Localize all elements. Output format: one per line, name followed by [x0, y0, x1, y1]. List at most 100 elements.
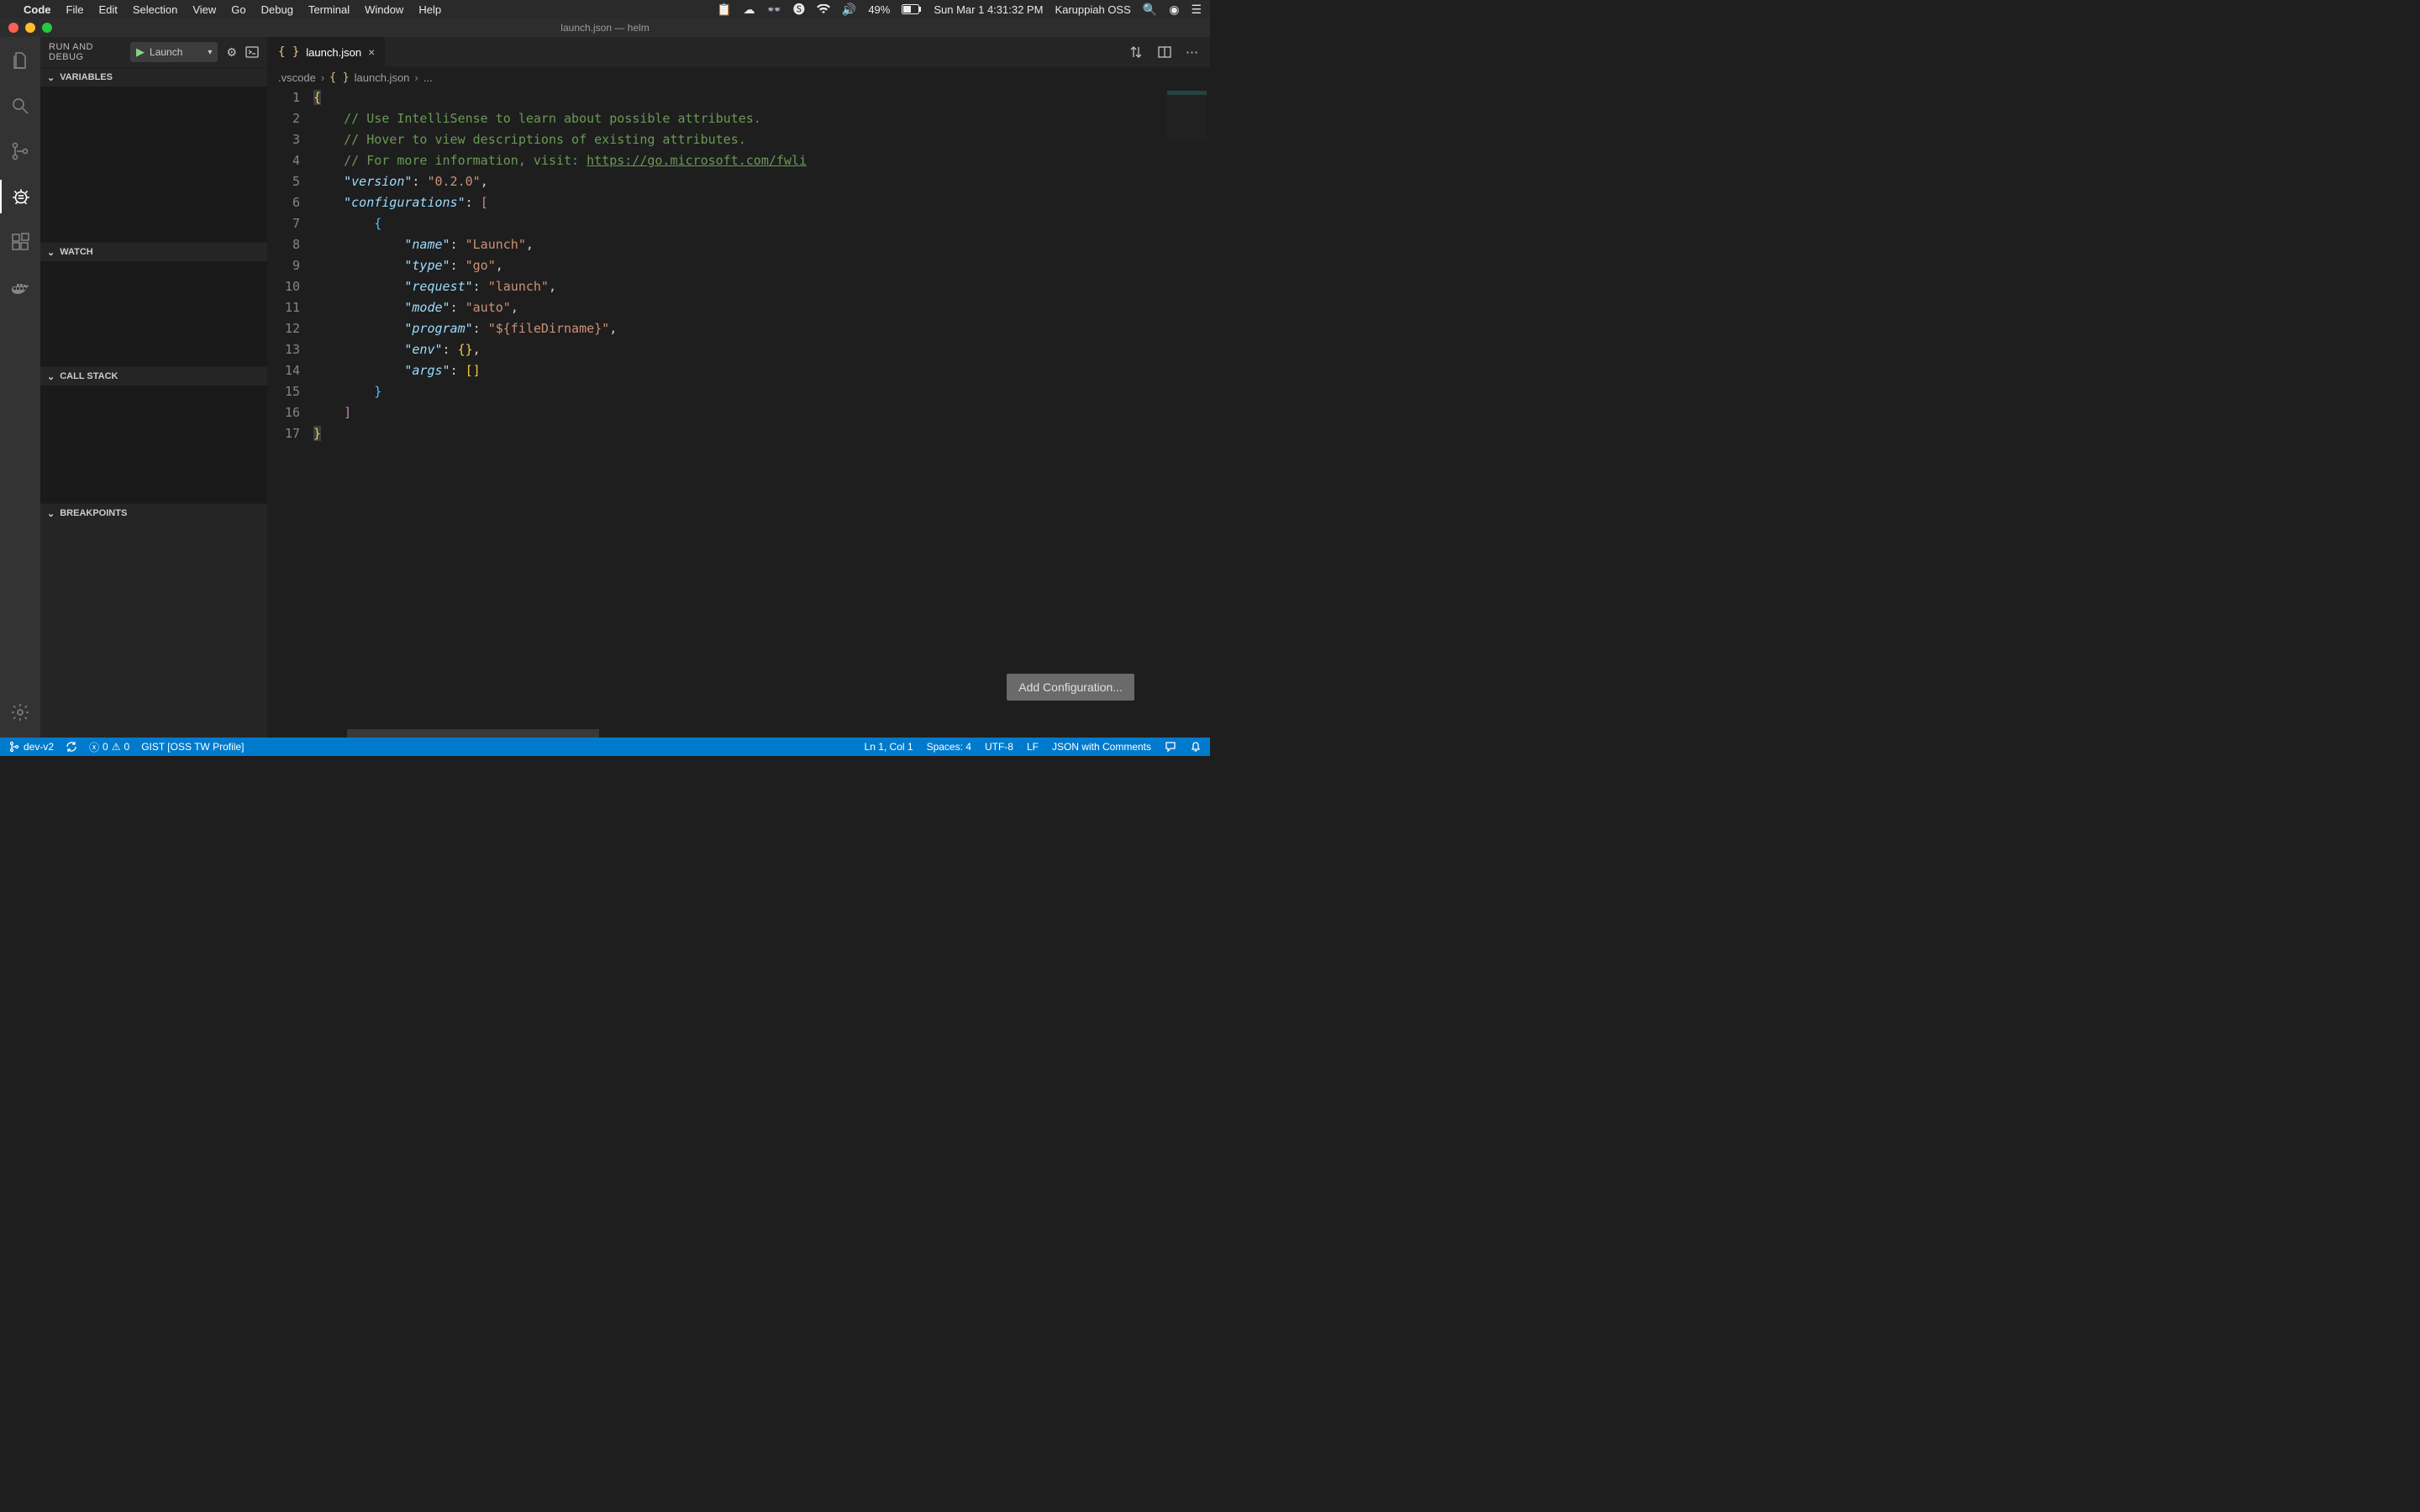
- more-actions-icon[interactable]: ⋯: [1186, 45, 1198, 60]
- menu-debug[interactable]: Debug: [261, 3, 293, 16]
- breadcrumb-more[interactable]: ...: [424, 71, 433, 84]
- activity-search-icon[interactable]: [0, 89, 40, 123]
- activity-settings-icon[interactable]: [0, 696, 40, 729]
- status-sync[interactable]: [66, 741, 77, 753]
- chevron-down-icon[interactable]: ▾: [203, 48, 217, 57]
- activity-explorer-icon[interactable]: [0, 44, 40, 77]
- status-bell-icon[interactable]: [1190, 741, 1202, 753]
- minimize-window-button[interactable]: [25, 23, 35, 33]
- add-configuration-button[interactable]: Add Configuration...: [1007, 674, 1134, 701]
- code-editor[interactable]: 1234567891011121314151617 { // Use Intel…: [268, 87, 1210, 738]
- activity-docker-icon[interactable]: [0, 270, 40, 304]
- section-callstack-body: [40, 386, 267, 503]
- section-breakpoints-header[interactable]: ⌄ BREAKPOINTS: [40, 504, 267, 522]
- section-callstack-title: CALL STACK: [60, 371, 118, 381]
- spotlight-icon[interactable]: 🔍: [1143, 3, 1157, 17]
- username[interactable]: Karuppiah OSS: [1055, 3, 1130, 16]
- section-watch-title: WATCH: [60, 247, 93, 257]
- section-breakpoints: ⌄ BREAKPOINTS: [40, 503, 267, 522]
- status-branch[interactable]: dev-v2: [8, 741, 54, 753]
- status-branch-label: dev-v2: [24, 741, 54, 753]
- tray-clipboard-icon[interactable]: 📋: [717, 3, 731, 17]
- debug-sidebar: RUN AND DEBUG ▶ Launch ▾ ⚙ ⌄ VARIABLES ⌄…: [40, 37, 268, 738]
- section-watch-body: [40, 261, 267, 366]
- chevron-down-icon: ⌄: [47, 247, 55, 258]
- json-file-icon: { }: [329, 71, 349, 84]
- window-controls: [0, 23, 52, 33]
- mac-menubar: Code File Edit Selection View Go Debug T…: [0, 0, 1210, 18]
- section-callstack-header[interactable]: ⌄ CALL STACK: [40, 367, 267, 386]
- window-title: launch.json — helm: [560, 22, 649, 34]
- close-tab-icon[interactable]: ×: [368, 45, 375, 59]
- chevron-down-icon: ⌄: [47, 72, 55, 83]
- breadcrumbs[interactable]: .vscode › { } launch.json › ...: [268, 67, 1210, 87]
- status-warnings: 0: [124, 741, 130, 753]
- sidebar-title: RUN AND DEBUG: [49, 42, 117, 62]
- wifi-icon[interactable]: [817, 4, 830, 14]
- menu-list-icon[interactable]: ☰: [1191, 3, 1202, 17]
- debug-console-icon[interactable]: [245, 45, 259, 59]
- status-feedback-icon[interactable]: [1165, 741, 1176, 753]
- datetime[interactable]: Sun Mar 1 4:31:32 PM: [934, 3, 1043, 16]
- status-profile[interactable]: GIST [OSS TW Profile]: [141, 741, 244, 753]
- menu-view[interactable]: View: [192, 3, 216, 16]
- menu-edit[interactable]: Edit: [98, 3, 117, 16]
- battery-icon[interactable]: [902, 4, 922, 14]
- status-eol[interactable]: LF: [1027, 741, 1039, 753]
- breadcrumb-folder[interactable]: .vscode: [278, 71, 316, 84]
- launch-config-name: Launch: [150, 46, 203, 58]
- section-watch-header[interactable]: ⌄ WATCH: [40, 243, 267, 261]
- app-name[interactable]: Code: [24, 3, 51, 16]
- minimap-preview: [1167, 91, 1207, 141]
- section-variables-body: [40, 87, 267, 242]
- compare-changes-icon[interactable]: [1128, 45, 1144, 60]
- open-launch-json-icon[interactable]: ⚙: [226, 45, 237, 60]
- menu-terminal[interactable]: Terminal: [308, 3, 350, 16]
- minimap[interactable]: [1163, 87, 1210, 738]
- chevron-right-icon: ›: [321, 71, 324, 84]
- editor-area: { } launch.json × ⋯ .vscode › { } launch…: [268, 37, 1210, 738]
- siri-icon[interactable]: ◉: [1169, 3, 1179, 17]
- sidebar-header: RUN AND DEBUG ▶ Launch ▾ ⚙: [40, 37, 267, 67]
- section-breakpoints-title: BREAKPOINTS: [60, 508, 127, 518]
- status-indentation[interactable]: Spaces: 4: [927, 741, 971, 753]
- section-variables-title: VARIABLES: [60, 72, 113, 82]
- activity-source-control-icon[interactable]: [0, 134, 40, 168]
- editor-tabs: { } launch.json × ⋯: [268, 37, 1210, 67]
- breadcrumb-file[interactable]: launch.json: [355, 71, 410, 84]
- add-configuration-label: Add Configuration...: [1018, 680, 1123, 694]
- chevron-down-icon: ⌄: [47, 371, 55, 382]
- menu-file[interactable]: File: [66, 3, 84, 16]
- battery-percent[interactable]: 49%: [868, 3, 890, 16]
- status-language[interactable]: JSON with Comments: [1052, 741, 1151, 753]
- tab-label: launch.json: [306, 46, 361, 59]
- section-variables: ⌄ VARIABLES: [40, 67, 267, 242]
- split-editor-icon[interactable]: [1157, 45, 1172, 60]
- start-debug-icon[interactable]: ▶: [131, 45, 150, 59]
- chevron-right-icon: ›: [414, 71, 418, 84]
- section-variables-header[interactable]: ⌄ VARIABLES: [40, 68, 267, 87]
- maximize-window-button[interactable]: [42, 23, 52, 33]
- menu-go[interactable]: Go: [231, 3, 245, 16]
- status-encoding[interactable]: UTF-8: [985, 741, 1013, 753]
- menu-window[interactable]: Window: [365, 3, 403, 16]
- chevron-down-icon: ⌄: [47, 508, 55, 519]
- menu-selection[interactable]: Selection: [133, 3, 177, 16]
- horizontal-scrollbar[interactable]: [347, 729, 599, 738]
- window-titlebar: launch.json — helm: [0, 18, 1210, 37]
- close-window-button[interactable]: [8, 23, 18, 33]
- tab-launch-json[interactable]: { } launch.json ×: [268, 37, 386, 67]
- section-watch: ⌄ WATCH: [40, 242, 267, 366]
- status-errors: 0: [103, 741, 108, 753]
- status-problems[interactable]: ⓧ0 ⚠0: [89, 740, 129, 754]
- launch-config-selector[interactable]: ▶ Launch ▾: [130, 42, 218, 62]
- tray-glasses-icon[interactable]: 👓: [766, 3, 781, 17]
- volume-icon[interactable]: 🔊: [842, 3, 856, 17]
- menu-help[interactable]: Help: [418, 3, 441, 16]
- code-content[interactable]: { // Use IntelliSense to learn about pos…: [313, 87, 1163, 738]
- tray-cloud-icon[interactable]: ☁: [743, 3, 755, 17]
- activity-debug-icon[interactable]: [0, 180, 40, 213]
- activity-extensions-icon[interactable]: [0, 225, 40, 259]
- tray-shield-icon[interactable]: 🅢: [793, 1, 805, 18]
- status-cursor-position[interactable]: Ln 1, Col 1: [865, 741, 913, 753]
